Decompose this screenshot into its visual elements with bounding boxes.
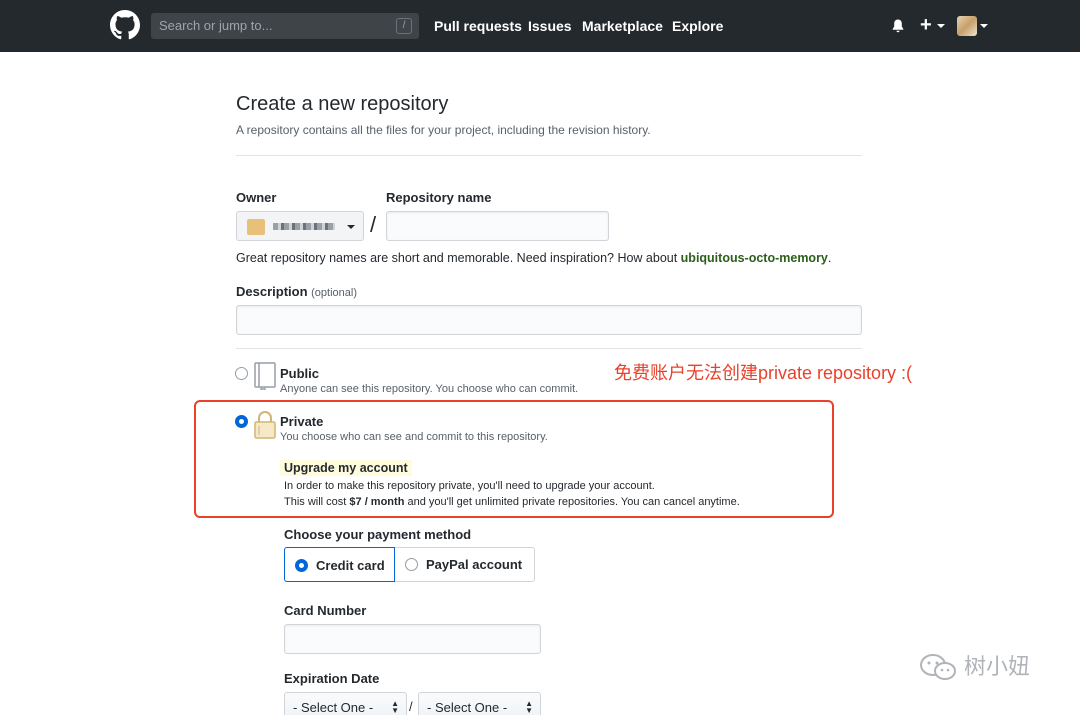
watermark: 树小妞 — [918, 649, 1030, 683]
upgrade-account-heading: Upgrade my account — [280, 460, 412, 476]
month-select-value: - Select One - — [293, 700, 374, 715]
card-number-label: Card Number — [284, 603, 367, 618]
private-radio[interactable] — [235, 415, 248, 428]
hint-suffix: . — [827, 251, 832, 265]
payment-method-label: Choose your payment method — [284, 527, 472, 542]
create-new-caret-icon[interactable] — [937, 24, 945, 28]
hint-prefix: Great repository names are short and mem… — [236, 251, 681, 265]
upgrade-price: $7 / month — [349, 496, 405, 508]
user-menu-caret-icon[interactable] — [980, 24, 988, 28]
upgrade-text-line-1: In order to make this repository private… — [284, 480, 655, 492]
divider — [236, 348, 862, 349]
year-select-value: - Select One - — [427, 700, 508, 715]
credit-card-radio[interactable] — [295, 559, 308, 572]
public-description: Anyone can see this repository. You choo… — [280, 383, 579, 395]
nav-pull-requests[interactable]: Pull requests — [434, 18, 522, 34]
search-shortcut-key: / — [396, 18, 412, 34]
repo-book-icon — [254, 362, 276, 390]
page-title: Create a new repository — [236, 93, 449, 115]
upgrade-text-line-2: This will cost $7 / month and you'll get… — [284, 496, 740, 508]
nav-issues[interactable]: Issues — [528, 18, 572, 34]
lock-icon — [254, 411, 276, 439]
search-input[interactable]: Search or jump to... / — [151, 13, 419, 39]
description-label: Description (optional) — [236, 284, 357, 299]
payment-method-group: Credit card PayPal account — [284, 547, 535, 582]
select-arrows-icon: ▲ ▼ — [525, 699, 533, 715]
private-description: You choose who can see and commit to thi… — [280, 431, 548, 443]
credit-card-option[interactable]: Credit card — [284, 547, 395, 582]
owner-name-redacted — [273, 223, 335, 230]
repository-name-input[interactable] — [386, 211, 609, 241]
date-separator: / — [409, 699, 413, 714]
private-title: Private — [280, 414, 324, 429]
upgrade-cost-suffix: and you'll get unlimited private reposit… — [404, 496, 740, 508]
repo-name-hint: Great repository names are short and mem… — [236, 251, 831, 265]
notifications-bell-icon[interactable] — [890, 18, 906, 34]
owner-select[interactable] — [236, 211, 364, 241]
optional-hint: (optional) — [311, 287, 357, 299]
repository-name-label: Repository name — [386, 190, 492, 205]
user-avatar[interactable] — [957, 16, 977, 36]
card-number-input[interactable] — [284, 624, 541, 654]
owner-label: Owner — [236, 190, 277, 205]
nav-explore[interactable]: Explore — [672, 18, 723, 34]
github-logo-icon[interactable] — [110, 10, 140, 40]
public-radio[interactable] — [235, 367, 248, 380]
description-input[interactable] — [236, 305, 862, 335]
annotation-text: 免费账户无法创建private repository :( — [614, 363, 913, 383]
top-nav-bar: Search or jump to... / Pull requests Iss… — [0, 0, 1080, 52]
create-new-plus-icon[interactable]: + — [920, 15, 932, 35]
owner-avatar — [247, 219, 265, 235]
wechat-icon — [920, 654, 956, 681]
expiration-year-select[interactable]: - Select One - ▲ ▼ — [418, 692, 541, 715]
select-arrows-icon: ▲ ▼ — [391, 699, 399, 715]
expiration-date-label: Expiration Date — [284, 671, 380, 686]
paypal-label: PayPal account — [426, 557, 523, 572]
paypal-radio[interactable] — [405, 558, 418, 571]
chevron-down-icon — [347, 225, 355, 229]
watermark-text: 树小妞 — [964, 654, 1031, 679]
expiration-month-select[interactable]: - Select One - ▲ ▼ — [284, 692, 407, 715]
page-subtitle: A repository contains all the files for … — [236, 123, 651, 137]
nav-marketplace[interactable]: Marketplace — [582, 18, 663, 34]
upgrade-cost-prefix: This will cost — [284, 496, 350, 508]
suggested-name[interactable]: ubiquitous-octo-memory — [681, 251, 828, 265]
paypal-option[interactable]: PayPal account — [395, 547, 536, 582]
public-title: Public — [280, 366, 320, 381]
divider — [236, 155, 862, 156]
owner-repo-separator: / — [370, 212, 377, 237]
credit-card-label: Credit card — [316, 558, 385, 573]
description-label-text: Description — [236, 284, 308, 299]
search-placeholder: Search or jump to... — [159, 18, 273, 33]
